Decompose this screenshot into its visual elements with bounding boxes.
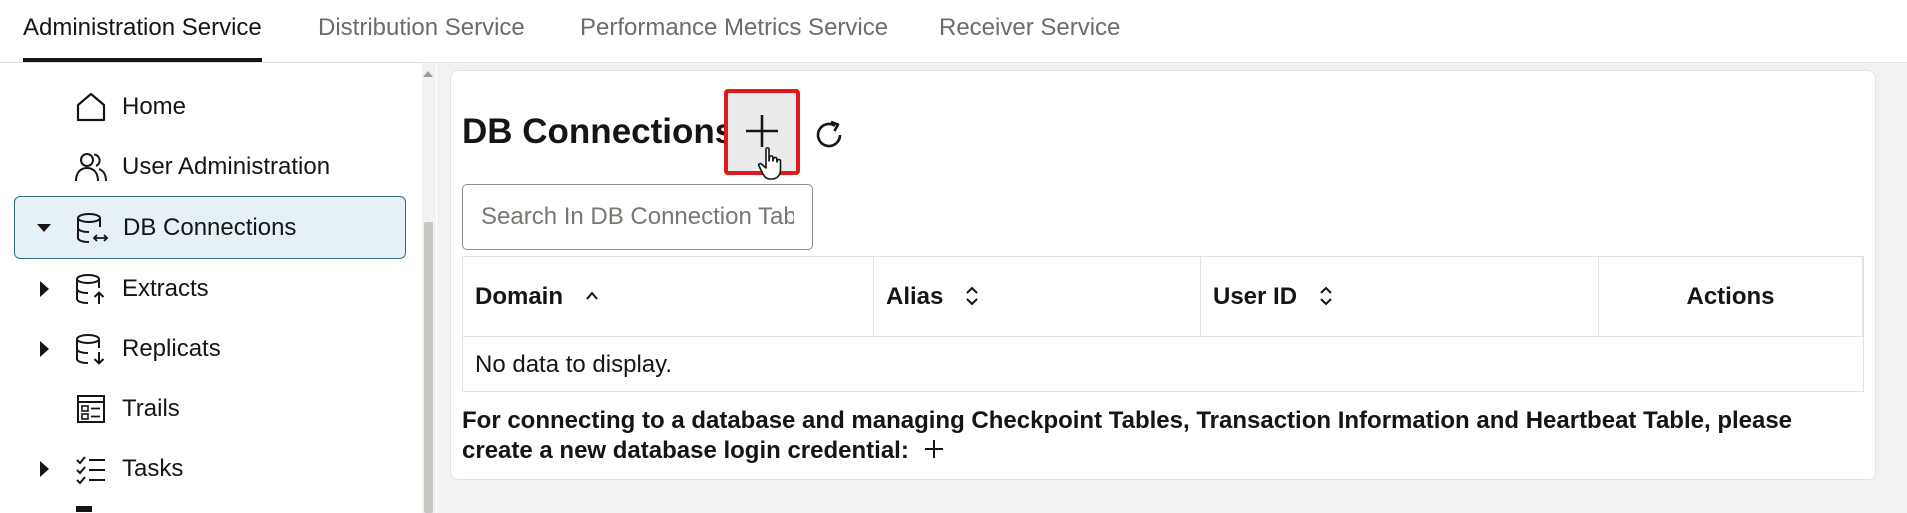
column-header-alias[interactable]: Alias <box>874 257 1201 336</box>
sidebar-nav: Home User Administration DB Connections <box>0 63 437 513</box>
sidebar-item-label: Extracts <box>122 275 209 302</box>
task-list-icon <box>76 456 105 485</box>
sidebar-item-extracts[interactable]: Extracts <box>14 261 406 317</box>
users-icon <box>75 153 107 182</box>
sidebar-item-label: Trails <box>122 395 180 422</box>
caret-right-icon[interactable] <box>36 277 52 301</box>
db-connections-table: Domain Alias User ID Actions No data to … <box>462 256 1864 392</box>
hand-pointer-cursor-icon <box>757 147 782 180</box>
sidebar-item-label: DB Connections <box>123 213 297 241</box>
page-title: DB Connections <box>462 112 735 151</box>
tab-administration-service[interactable]: Administration Service <box>23 0 262 62</box>
scroll-up-arrow-icon[interactable] <box>423 71 433 77</box>
database-upload-icon <box>76 274 105 304</box>
caret-right-icon[interactable] <box>36 337 52 361</box>
database-link-icon <box>77 212 109 243</box>
sidebar-item-label: User Administration <box>122 153 331 180</box>
create-credential-hint: For connecting to a database and managin… <box>462 406 1862 466</box>
column-header-label: Domain <box>475 283 564 310</box>
column-header-domain[interactable]: Domain <box>463 257 874 336</box>
next-item-icon-partial <box>76 506 92 512</box>
sidebar-item-trails[interactable]: Trails <box>14 381 406 437</box>
tab-performance-metrics-service[interactable]: Performance Metrics Service <box>580 0 888 62</box>
tab-receiver-service[interactable]: Receiver Service <box>939 0 1120 62</box>
trails-icon <box>77 395 105 423</box>
sidebar-item-user-administration[interactable]: User Administration <box>14 139 406 195</box>
sidebar-item-label: Tasks <box>122 455 184 482</box>
home-icon <box>76 92 106 122</box>
service-tab-bar: Administration Service Distribution Serv… <box>0 0 1907 63</box>
sidebar-item-label: Home <box>122 93 187 120</box>
caret-down-icon[interactable] <box>35 216 53 240</box>
sort-unsorted-icon <box>1320 286 1332 306</box>
sidebar-item-replicats[interactable]: Replicats <box>14 321 406 377</box>
refresh-icon[interactable] <box>812 118 846 152</box>
add-credential-plus-icon[interactable] <box>922 437 946 461</box>
column-header-label: Actions <box>1686 283 1775 310</box>
table-divider <box>463 336 1863 337</box>
sidebar-item-home[interactable]: Home <box>14 79 406 135</box>
caret-right-icon[interactable] <box>36 457 52 481</box>
sort-ascending-icon <box>585 291 598 300</box>
empty-table-message: No data to display. <box>475 351 673 378</box>
sidebar-item-tasks[interactable]: Tasks <box>14 441 406 497</box>
hint-text: For connecting to a database and managin… <box>462 407 1793 464</box>
sort-unsorted-icon <box>966 286 978 306</box>
sidebar-item-label: Replicats <box>122 335 221 362</box>
sidebar-scrollbar-thumb[interactable] <box>424 222 433 513</box>
database-download-icon <box>76 334 105 365</box>
column-header-label: Alias <box>886 283 944 310</box>
column-header-label: User ID <box>1213 283 1298 310</box>
sidebar-item-db-connections[interactable]: DB Connections <box>14 196 406 259</box>
column-header-actions: Actions <box>1599 257 1863 336</box>
tab-distribution-service[interactable]: Distribution Service <box>318 0 525 62</box>
search-input[interactable] <box>462 184 813 250</box>
column-header-user-id[interactable]: User ID <box>1201 257 1599 336</box>
